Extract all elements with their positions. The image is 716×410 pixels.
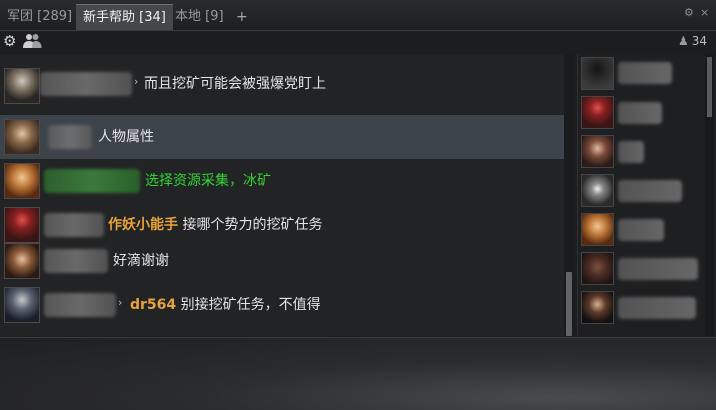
chat-input-area[interactable] [0,337,716,410]
member-avatar[interactable] [581,57,614,90]
member-avatar[interactable] [581,252,614,285]
settings-gear-icon[interactable]: ⚙ [3,32,16,50]
tab-local[interactable]: 本地 [9] [168,4,231,30]
person-icon: ♟ [677,34,689,48]
message-line: dr564 别接挖矿任务，不值得 [130,295,321,315]
chat-message: 人物属性 [0,115,564,159]
member-list [577,54,716,336]
avatar[interactable] [4,287,40,323]
avatar[interactable] [4,163,40,199]
chat-message: 好滴谢谢 [0,239,564,283]
avatar[interactable] [4,68,40,104]
avatar[interactable] [4,207,40,243]
window-settings-icon[interactable]: ⚙ [684,6,694,19]
message-text: 别接挖矿任务，不值得 [180,297,321,313]
channel-tab-bar: 军团 [289] 新手帮助 [34] 本地 [9] + ⚙ × [0,0,716,31]
member-avatar[interactable] [581,213,614,246]
message-text: 人物属性 [98,129,154,145]
member-count: ♟ 34 [678,34,707,48]
member-avatar[interactable] [581,96,614,129]
tab-corporation[interactable]: 军团 [289] [0,4,79,30]
sender-name[interactable]: dr564 [130,297,176,313]
sender-name[interactable]: 作妖小能手 [108,217,178,233]
avatar[interactable] [4,119,40,155]
message-line: 作妖小能手 接哪个势力的挖矿任务 [108,215,322,235]
chat-message: 选择资源采集，冰矿 [0,159,564,203]
message-text: 好滴谢谢 [113,253,169,269]
message-text: 选择资源采集，冰矿 [145,173,271,189]
member-avatar[interactable] [581,135,614,168]
chat-message-list: › 而且挖矿可能会被强爆党盯上 人物属性 选择资源采集，冰矿 作妖小能手 接哪个… [0,54,574,336]
chat-message: › dr564 别接挖矿任务，不值得 [0,283,564,327]
close-icon[interactable]: × [700,6,709,19]
tab-rookie-help[interactable]: 新手帮助 [34] [76,4,173,30]
member-scrollbar-thumb[interactable] [707,57,712,117]
message-text: 接哪个势力的挖矿任务 [182,217,323,233]
chat-message: › 而且挖矿可能会被强爆党盯上 [0,62,564,106]
message-text: 而且挖矿可能会被强爆党盯上 [144,76,326,92]
member-avatar[interactable] [581,174,614,207]
add-tab-button[interactable]: + [236,4,248,30]
member-count-value: 34 [691,34,707,48]
chat-scrollbar-thumb[interactable] [566,272,572,336]
avatar[interactable] [4,243,40,279]
chat-toolbar: ⚙ ♟ 34 [0,31,716,53]
people-icon[interactable] [22,31,42,51]
member-avatar[interactable] [581,291,614,324]
